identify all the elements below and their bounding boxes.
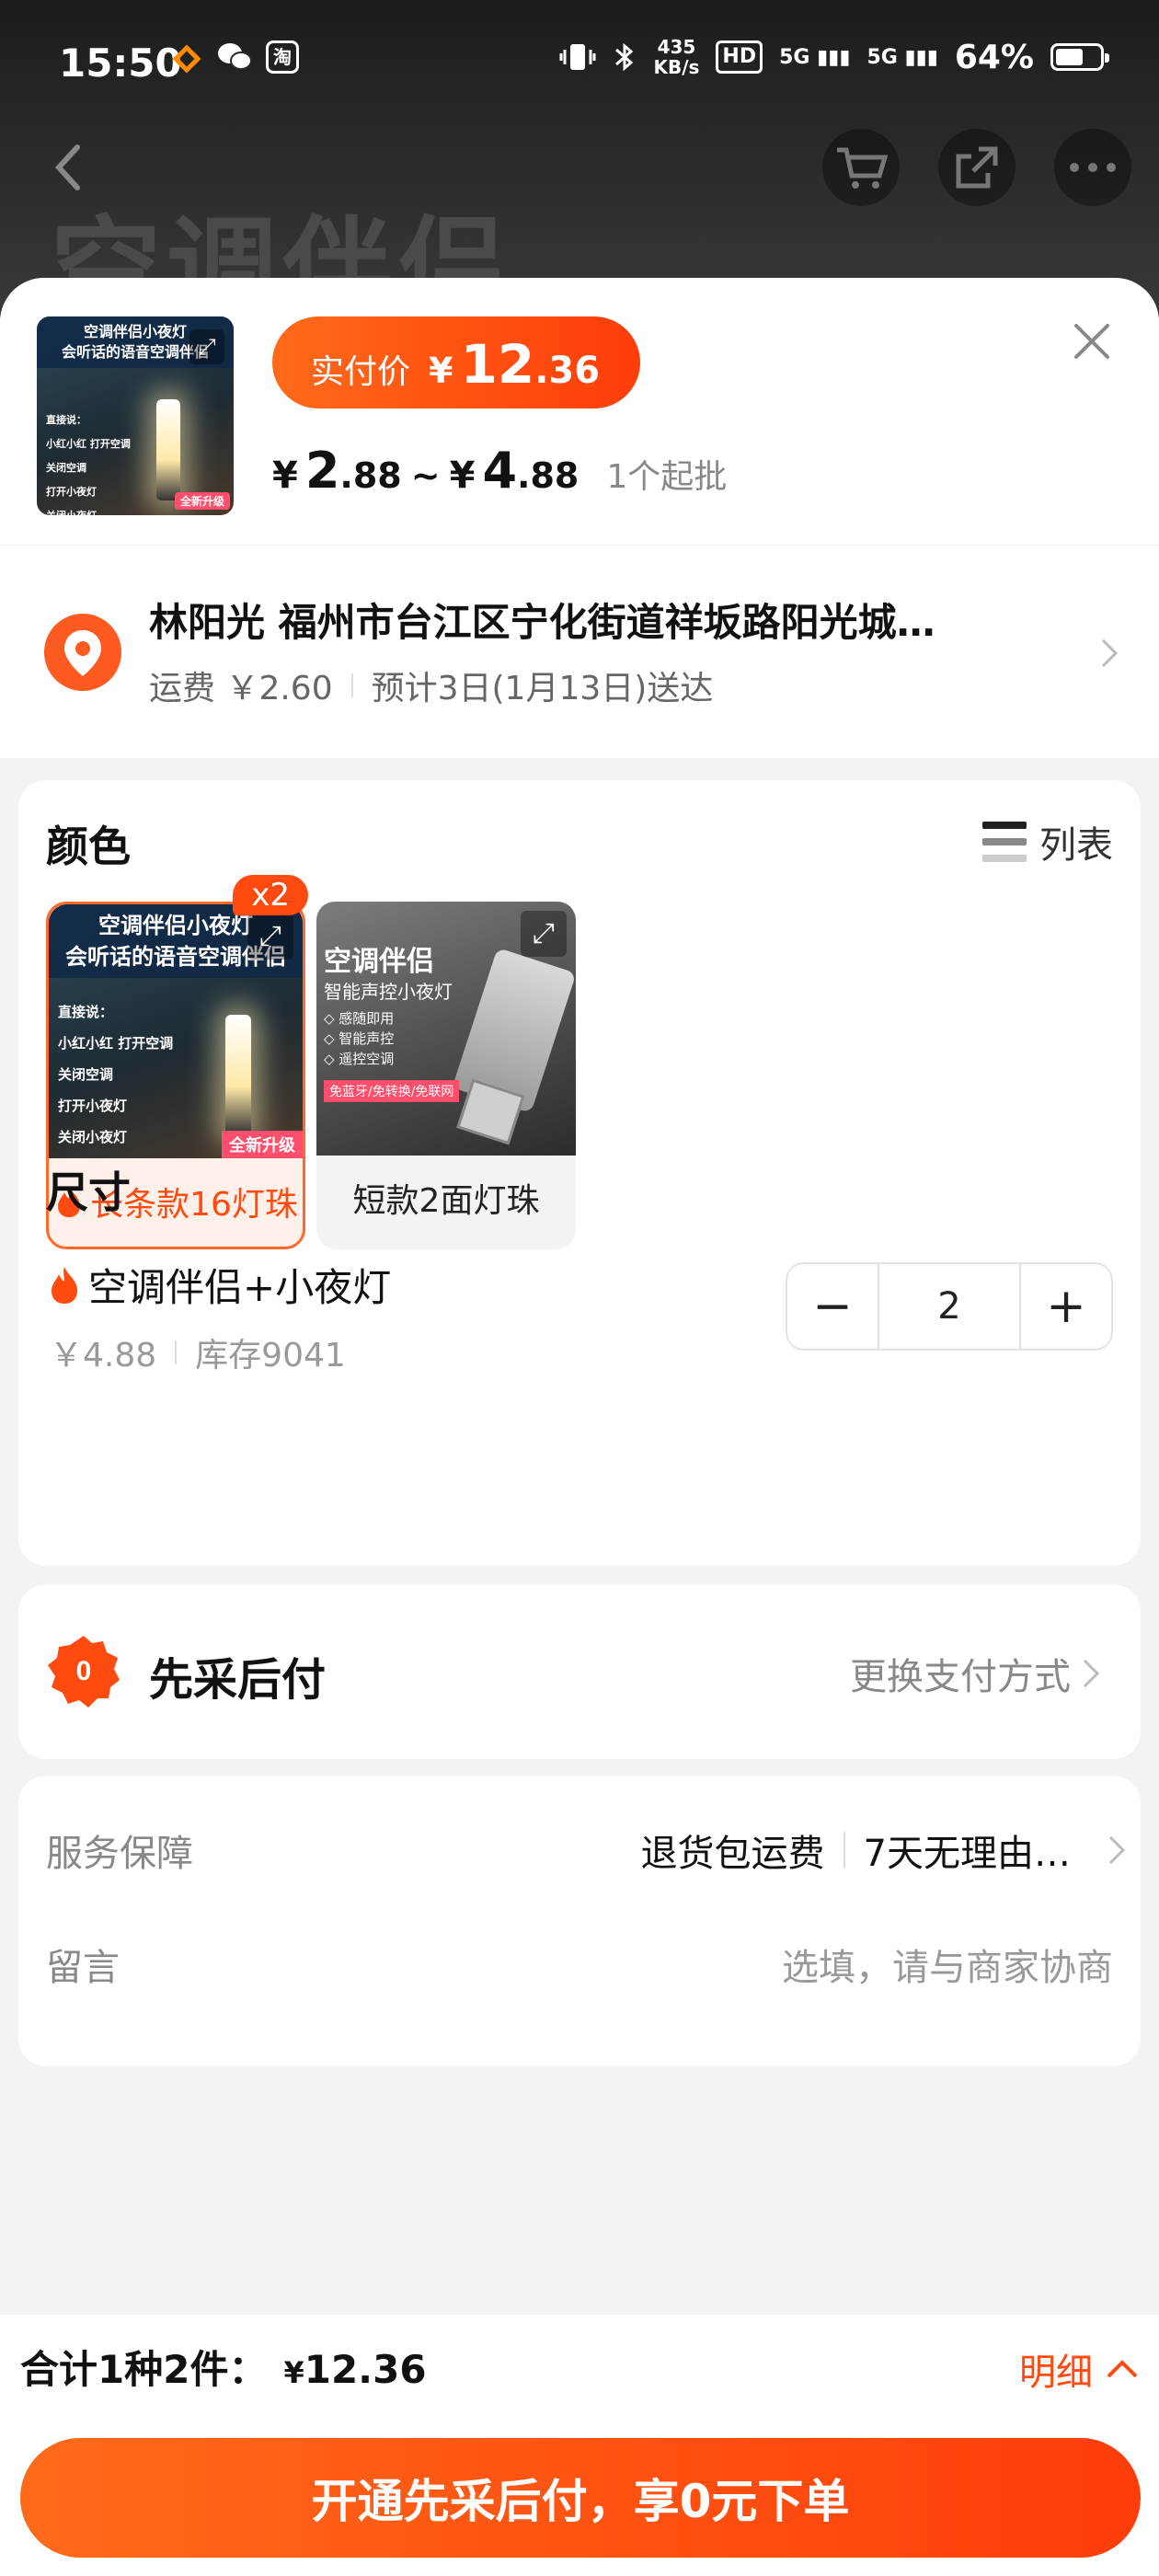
- thumbnail-lines: 直接说： 小红小红 打开空调 关闭空调 打开小夜灯 关闭小夜灯: [46, 414, 131, 515]
- option-image: 空调伴侣小夜灯 会听话的语音空调伴侣 直接说： 小红小红 打开空调 关闭空调 打开…: [49, 904, 303, 1158]
- fire-icon: [52, 1266, 77, 1304]
- total-summary: 合计1种2件： ¥ 12.36: [20, 2347, 427, 2392]
- usb-illustration: [452, 948, 576, 1113]
- message-input[interactable]: 选填，请与商家协商: [782, 1938, 1113, 1991]
- option-label: 短款2面灯珠: [352, 1182, 540, 1220]
- size-stock: 库存9041: [195, 1337, 346, 1374]
- service-label: 服务保障: [46, 1833, 193, 1875]
- min-batch: 1个起批: [606, 458, 728, 496]
- chevron-right-icon: [1101, 638, 1119, 668]
- eta: 预计3日(1月13日)送达: [371, 670, 714, 707]
- list-icon: [982, 822, 1027, 862]
- option-image: 空调伴侣 智能声控小夜灯 ◇ 感随即用 ◇ 智能声控 ◇ 遥控空调 免蓝牙/免转…: [316, 902, 576, 1156]
- thumbnail-badge: 全新升级: [174, 492, 230, 510]
- pay-later-icon: 0: [48, 1636, 120, 1708]
- chevron-right-icon: [1083, 1659, 1100, 1688]
- lamp-illustration: [225, 1015, 251, 1134]
- taobao-icon: 淘: [266, 40, 299, 74]
- expand-icon[interactable]: ⤢: [521, 911, 567, 957]
- status-bar: 15:50 淘 435 KB/s HD 5G ▮▮▮ 5G ▮▮▮ 64%: [0, 0, 1159, 120]
- share-icon: [956, 146, 998, 189]
- payment-method-row[interactable]: 0 先采后付 更换支付方式: [18, 1584, 1141, 1759]
- status-right-group: 435 KB/s HD 5G ▮▮▮ 5G ▮▮▮ 64%: [559, 36, 1109, 78]
- cart-button[interactable]: [822, 129, 900, 206]
- sheet-header: 空调伴侣小夜灯 会听话的语音空调伴侣 直接说： 小红小红 打开空调 关闭空调 打开…: [0, 278, 1159, 545]
- size-price: ￥4.88: [50, 1337, 157, 1374]
- shipping-fee: 运费 ￥2.60: [149, 670, 333, 707]
- app-notification-icon: [172, 44, 201, 74]
- service-card: 服务保障 退货包运费 7天无理由… 留言 选填，请与商家协商: [18, 1776, 1141, 2066]
- spec-card: 颜色 列表 空调伴侣小夜灯 会听话的语音空调伴侣 直接说： 小红小红 打开空调 关…: [18, 780, 1141, 1566]
- pay-price-label: 实付价: [311, 353, 411, 391]
- expand-icon[interactable]: ⤢: [189, 329, 224, 364]
- address-sub: 运费 ￥2.60 预计3日(1月13日)送达: [149, 661, 713, 709]
- background-nav: [0, 120, 1159, 221]
- address-title: 林阳光 福州市台江区宁化街道祥坂路阳光城…: [149, 600, 935, 645]
- bottom-area: 开通先采后付，享0元下单: [0, 2420, 1159, 2576]
- increment-button[interactable]: +: [1021, 1264, 1111, 1349]
- service-values: 退货包运费 7天无理由…: [640, 1832, 1071, 1875]
- total-amount: 12.36: [304, 2347, 427, 2392]
- chevron-right-icon: [1108, 1835, 1126, 1865]
- share-button[interactable]: [938, 129, 1016, 206]
- hd-badge: HD: [716, 40, 763, 74]
- close-icon[interactable]: [1069, 318, 1115, 364]
- back-arrow-icon[interactable]: [46, 140, 92, 195]
- network-speed: 435 KB/s: [653, 36, 700, 78]
- cart-icon: [837, 147, 889, 189]
- decrement-button[interactable]: −: [787, 1264, 878, 1349]
- sku-sheet: 空调伴侣小夜灯 会听话的语音空调伴侣 直接说： 小红小红 打开空调 关闭空调 打开…: [0, 278, 1159, 2576]
- expand-icon[interactable]: ⤢: [247, 914, 293, 960]
- quantity-value[interactable]: 2: [878, 1264, 1021, 1349]
- battery-icon: [1050, 43, 1109, 71]
- pay-price-int: 12: [460, 333, 535, 396]
- service-guarantee-row[interactable]: 服务保障 退货包运费 7天无理由…: [46, 1800, 1126, 1901]
- signal-1: 5G ▮▮▮: [779, 45, 851, 69]
- selected-qty-badge: x2: [233, 875, 308, 915]
- total-bar: 合计1种2件： ¥ 12.36 明细: [0, 2315, 1159, 2420]
- pay-price-dec: .36: [534, 350, 601, 392]
- status-app-icons: 淘: [170, 40, 299, 74]
- color-title: 颜色: [46, 822, 131, 871]
- svg-text:0: 0: [76, 1656, 92, 1686]
- more-button[interactable]: [1054, 129, 1131, 206]
- wechat-icon: [218, 43, 252, 70]
- list-view-toggle[interactable]: 列表: [982, 815, 1113, 868]
- quantity-stepper[interactable]: − 2 +: [786, 1262, 1113, 1351]
- size-meta: ￥4.88 库存9041: [50, 1328, 346, 1376]
- change-payment-link[interactable]: 更换支付方式: [850, 1647, 1071, 1700]
- bluetooth-icon: [615, 42, 634, 72]
- location-pin-icon: [44, 614, 121, 691]
- product-thumbnail[interactable]: 空调伴侣小夜灯 会听话的语音空调伴侣 直接说： 小红小红 打开空调 关闭空调 打开…: [37, 316, 234, 515]
- price-range: ¥2.88 ~ ¥4.88 1个起批: [272, 442, 728, 500]
- payment-title: 先采后付: [149, 1654, 327, 1706]
- size-item-name: 空调伴侣+小夜灯: [46, 1257, 391, 1313]
- color-option-short[interactable]: 空调伴侣 智能声控小夜灯 ◇ 感随即用 ◇ 智能声控 ◇ 遥控空调 免蓝牙/免转…: [316, 902, 576, 1249]
- lamp-illustration: [156, 399, 180, 500]
- message-row[interactable]: 留言 选填，请与商家协商: [46, 1914, 1113, 2015]
- detail-toggle[interactable]: 明细: [1019, 2342, 1139, 2396]
- message-label: 留言: [46, 1947, 120, 1989]
- vibrate-icon: [559, 44, 596, 70]
- address-row[interactable]: 林阳光 福州市台江区宁化街道祥坂路阳光城… 运费 ￥2.60 预计3日(1月13…: [0, 545, 1159, 758]
- more-icon: [1070, 163, 1116, 172]
- chevron-up-icon: [1107, 2360, 1138, 2378]
- signal-2: 5G ▮▮▮: [866, 45, 938, 69]
- pay-price-pill: 实付价 ¥ 12 .36: [272, 316, 640, 408]
- submit-order-button[interactable]: 开通先采后付，享0元下单: [20, 2438, 1141, 2558]
- battery-percent: 64%: [954, 38, 1034, 76]
- size-title: 尺寸: [46, 1167, 131, 1217]
- status-time: 15:50: [59, 40, 182, 86]
